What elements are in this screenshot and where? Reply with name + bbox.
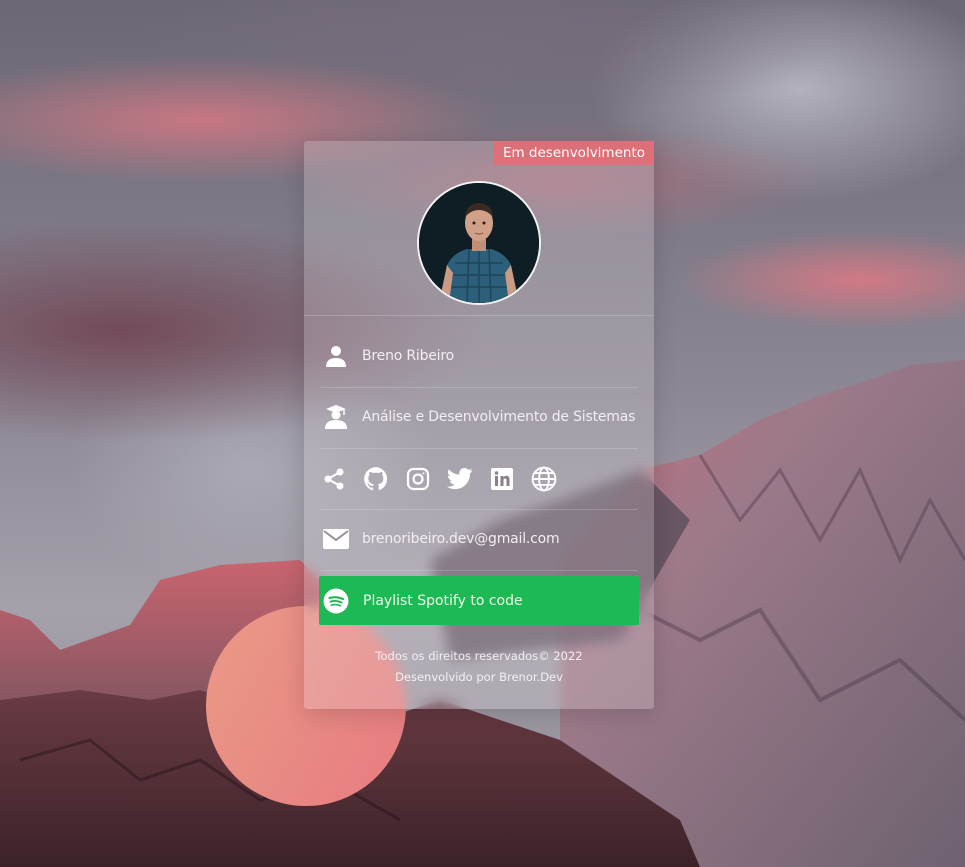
social-links (320, 463, 572, 495)
globe-icon[interactable] (530, 465, 558, 493)
divider (320, 448, 638, 449)
profile-card: Em desenvolvimento Breno Ribeiro Análise… (304, 141, 654, 709)
mail-icon (322, 525, 350, 553)
divider (320, 570, 638, 571)
github-icon[interactable] (362, 465, 390, 493)
divider (320, 387, 638, 388)
share-icon[interactable] (320, 465, 348, 493)
divider (320, 509, 638, 510)
profile-course: Análise e Desenvolvimento de Sistemas (362, 409, 636, 425)
avatar-3d-man-icon (419, 183, 539, 303)
graduate-icon (322, 403, 350, 431)
status-badge: Em desenvolvimento (493, 141, 654, 165)
name-row: Breno Ribeiro (320, 336, 638, 376)
spotify-label: Playlist Spotify to code (363, 592, 523, 609)
instagram-icon[interactable] (404, 465, 432, 493)
spotify-icon (322, 587, 350, 615)
profile-name: Breno Ribeiro (362, 348, 454, 364)
footer: Todos os direitos reservados© 2022 Desen… (304, 646, 654, 688)
spotify-playlist-button[interactable]: Playlist Spotify to code (319, 576, 639, 625)
profile-email[interactable]: brenoribeiro.dev@gmail.com (362, 531, 560, 547)
user-icon (322, 342, 350, 370)
course-row: Análise e Desenvolvimento de Sistemas (320, 397, 638, 437)
twitter-icon[interactable] (446, 465, 474, 493)
avatar (417, 181, 541, 305)
footer-copyright: Todos os direitos reservados© 2022 (375, 649, 583, 663)
divider (304, 315, 654, 316)
linkedin-icon[interactable] (488, 465, 516, 493)
email-row[interactable]: brenoribeiro.dev@gmail.com (320, 519, 638, 559)
footer-developer: Desenvolvido por Brenor.Dev (395, 670, 563, 684)
